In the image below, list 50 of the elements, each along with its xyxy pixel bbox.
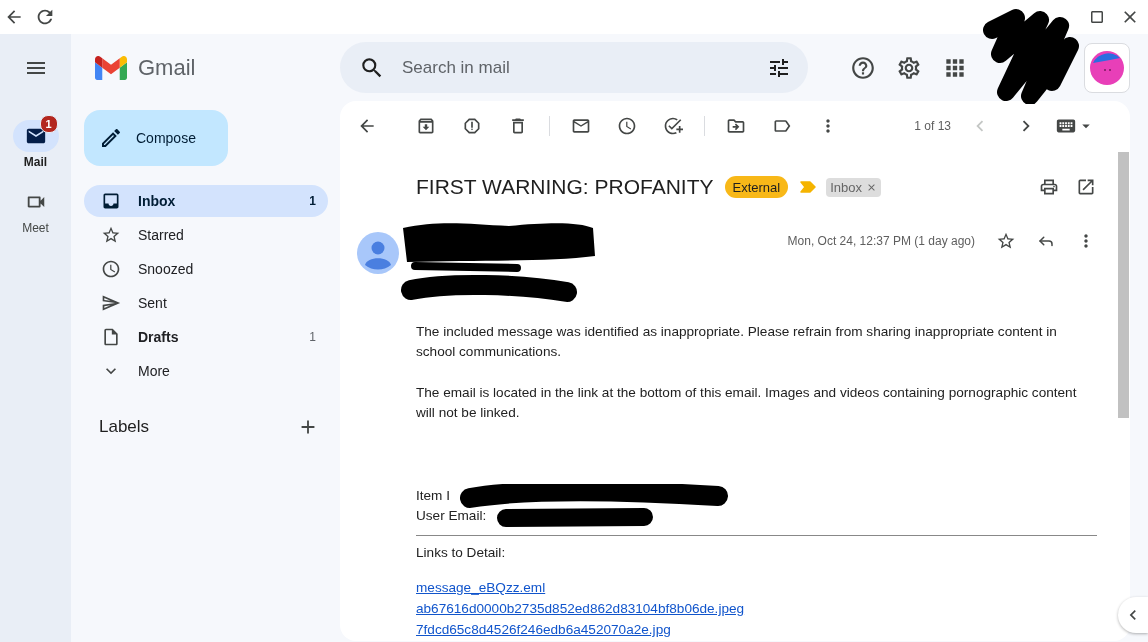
archive-icon[interactable] [416, 116, 436, 136]
email-subject: FIRST WARNING: PROFANITY [416, 175, 714, 199]
attachment-link[interactable]: ab67616d0000b2735d852ed862d83104bf8b06de.jpeg [416, 598, 745, 619]
attachment-link[interactable]: 7fdcd65c8d4526f246edb6a452070a2e.jpg [416, 619, 671, 640]
alert-icon[interactable] [462, 116, 482, 136]
help-icon[interactable] [850, 54, 876, 81]
message-position: 1 of 13 [914, 119, 951, 133]
clock-icon[interactable] [617, 116, 637, 136]
label-chip[interactable]: Inbox [826, 177, 882, 197]
sent-date: Mon, Oct 24, 12:37 PM (1 day ago) [787, 234, 975, 248]
app-name: Gmail [138, 54, 196, 81]
search-field[interactable]: Search in mail [340, 42, 808, 93]
account-button[interactable] [1084, 42, 1130, 93]
scrollbar-thumb[interactable] [1118, 152, 1129, 418]
attachment-link[interactable]: message_eBQzz.eml [416, 577, 546, 598]
links-heading: Links to Detail: [416, 544, 507, 562]
nav-item[interactable]: Starred [84, 219, 328, 251]
avatar-icon[interactable] [1090, 50, 1124, 85]
settings-icon[interactable] [896, 54, 922, 81]
body-paragraph: The included message was identified as inappropriate. Please refrain from sharing inappropriate content in school communications. [416, 323, 1058, 361]
nav-item[interactable]: Inbox 1 [84, 185, 328, 217]
star-icon[interactable] [996, 231, 1016, 251]
folder-arrow-icon[interactable] [726, 116, 746, 136]
unread-count: 1 [309, 330, 316, 344]
nav-item[interactable]: More [84, 355, 328, 387]
inbox-icon[interactable] [101, 191, 121, 211]
envelope-icon[interactable] [571, 116, 591, 136]
file-icon[interactable] [101, 327, 121, 347]
unread-count: 1 [309, 194, 316, 208]
sender-avatar-icon [357, 232, 399, 274]
body-paragraph: The email is located in the link at the bottom of this email. Images and videos containing pornographic content will not be linked. [416, 384, 1078, 422]
field-label: User Email: [416, 507, 488, 525]
clock-icon[interactable] [101, 259, 121, 279]
importance-marker-icon[interactable] [800, 181, 817, 193]
pencil-icon[interactable] [99, 126, 123, 150]
rail-item[interactable]: Meet [12, 186, 59, 236]
field-label: Item I [416, 487, 451, 505]
star-icon[interactable] [101, 225, 121, 245]
nav-item[interactable]: Snoozed [84, 253, 328, 285]
gmail-logo-icon [95, 55, 127, 80]
search-input[interactable]: Search in mail [402, 57, 750, 78]
printer-icon[interactable] [1038, 177, 1059, 197]
check-plus-icon[interactable] [663, 116, 683, 136]
labels-heading: Labels [99, 417, 150, 437]
nav-item[interactable]: Sent [84, 287, 328, 319]
send-icon[interactable] [101, 293, 121, 313]
nav-item[interactable]: Drafts 1 [84, 321, 328, 353]
compose-button[interactable]: Compose [84, 110, 228, 166]
notification-badge: 1 [39, 115, 58, 133]
external-badge: External [724, 176, 789, 198]
